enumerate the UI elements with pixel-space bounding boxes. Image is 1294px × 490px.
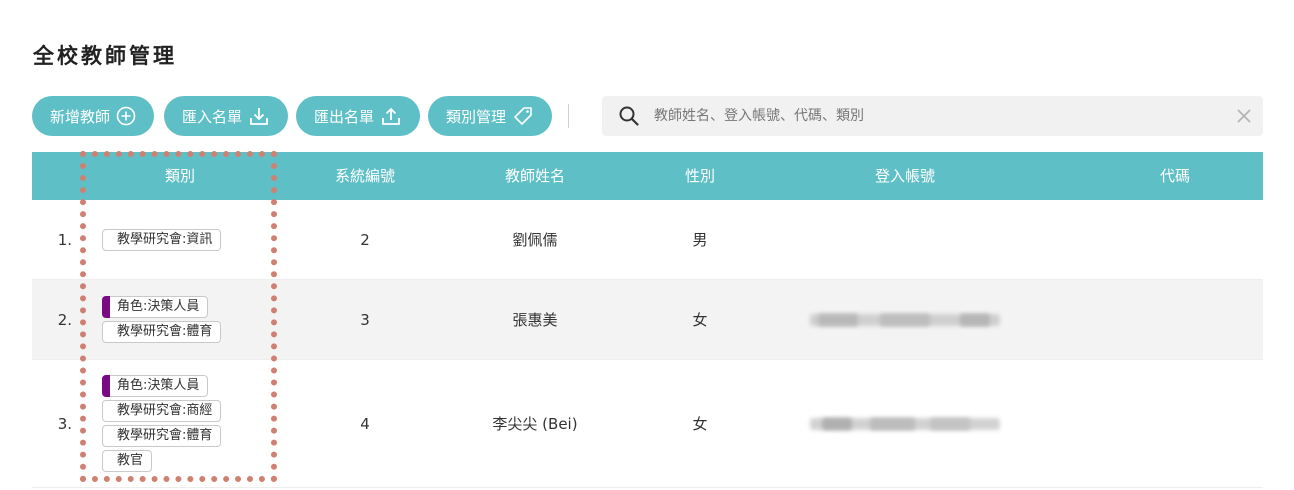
toolbar: 新增教師 匯入名單 匯出名單 類別管理 — [32, 96, 1263, 136]
header-login-account[interactable]: 登入帳號 — [780, 152, 1030, 200]
import-list-label: 匯入名單 — [181, 107, 242, 126]
export-list-label: 匯出名單 — [313, 107, 374, 126]
header-system-id[interactable]: 系統編號 — [280, 152, 450, 200]
teacher-name-cell: 張惠美 — [512, 311, 558, 329]
page-title: 全校教師管理 — [33, 44, 177, 68]
login-account-cell — [780, 280, 1030, 359]
table-row[interactable]: 2. 角色:決策人員 教學研究會:體育 3 張惠美 女 — [32, 280, 1263, 360]
tag-icon — [514, 107, 532, 125]
category-tag: 教學研究會:商經 — [102, 400, 222, 422]
category-tags: 角色:決策人員 教學研究會:商經 教學研究會:體育 教官 — [102, 360, 282, 487]
system-id-cell: 3 — [360, 310, 370, 329]
category-tag: 教學研究會:資訊 — [102, 228, 222, 251]
gender-cell: 女 — [692, 415, 708, 433]
category-tag: 教學研究會:體育 — [102, 425, 222, 447]
redacted-login — [810, 417, 1000, 431]
teacher-name-cell: 劉佩儒 — [512, 231, 558, 249]
table-row[interactable]: 3. 角色:決策人員 教學研究會:商經 教學研究會:體育 教官 4 李尖尖 (B… — [32, 360, 1263, 488]
header-gender[interactable]: 性別 — [620, 152, 780, 200]
search-bar — [602, 96, 1263, 136]
close-icon[interactable] — [1235, 107, 1253, 125]
row-number: 3. — [57, 414, 72, 433]
gender-cell: 男 — [692, 231, 708, 249]
plus-circle-icon — [116, 106, 136, 126]
header-code[interactable]: 代碼 — [1030, 152, 1294, 200]
category-tag: 教官 — [102, 450, 153, 472]
table-header: 類別 系統編號 教師姓名 性別 登入帳號 代碼 — [32, 152, 1263, 200]
row-number: 1. — [57, 230, 72, 249]
search-icon — [619, 106, 639, 126]
add-teacher-button[interactable]: 新增教師 — [32, 96, 154, 136]
category-management-button[interactable]: 類別管理 — [428, 96, 552, 136]
toolbar-divider — [568, 104, 569, 128]
table-row[interactable]: 1. 教學研究會:資訊 2 劉佩儒 男 — [32, 200, 1263, 280]
teacher-name-cell: 李尖尖 (Bei) — [492, 415, 578, 433]
upload-icon — [382, 107, 400, 125]
role-tag: 角色:決策人員 — [102, 375, 209, 397]
import-list-button[interactable]: 匯入名單 — [164, 96, 288, 136]
system-id-cell: 4 — [360, 414, 370, 433]
category-tags: 教學研究會:資訊 — [102, 200, 282, 279]
system-id-cell: 2 — [360, 230, 370, 249]
gender-cell: 女 — [692, 311, 708, 329]
category-tag: 教學研究會:體育 — [102, 321, 222, 343]
redacted-login — [810, 313, 1000, 327]
row-number: 2. — [57, 310, 72, 329]
header-category[interactable]: 類別 — [80, 152, 280, 200]
role-tag: 角色:決策人員 — [102, 296, 209, 318]
login-account-cell — [780, 360, 1030, 487]
download-icon — [250, 108, 268, 125]
category-management-label: 類別管理 — [445, 107, 506, 126]
add-teacher-label: 新增教師 — [49, 107, 110, 126]
header-teacher-name[interactable]: 教師姓名 — [450, 152, 620, 200]
search-input[interactable] — [654, 96, 1214, 136]
export-list-button[interactable]: 匯出名單 — [296, 96, 420, 136]
category-tags: 角色:決策人員 教學研究會:體育 — [102, 280, 282, 359]
